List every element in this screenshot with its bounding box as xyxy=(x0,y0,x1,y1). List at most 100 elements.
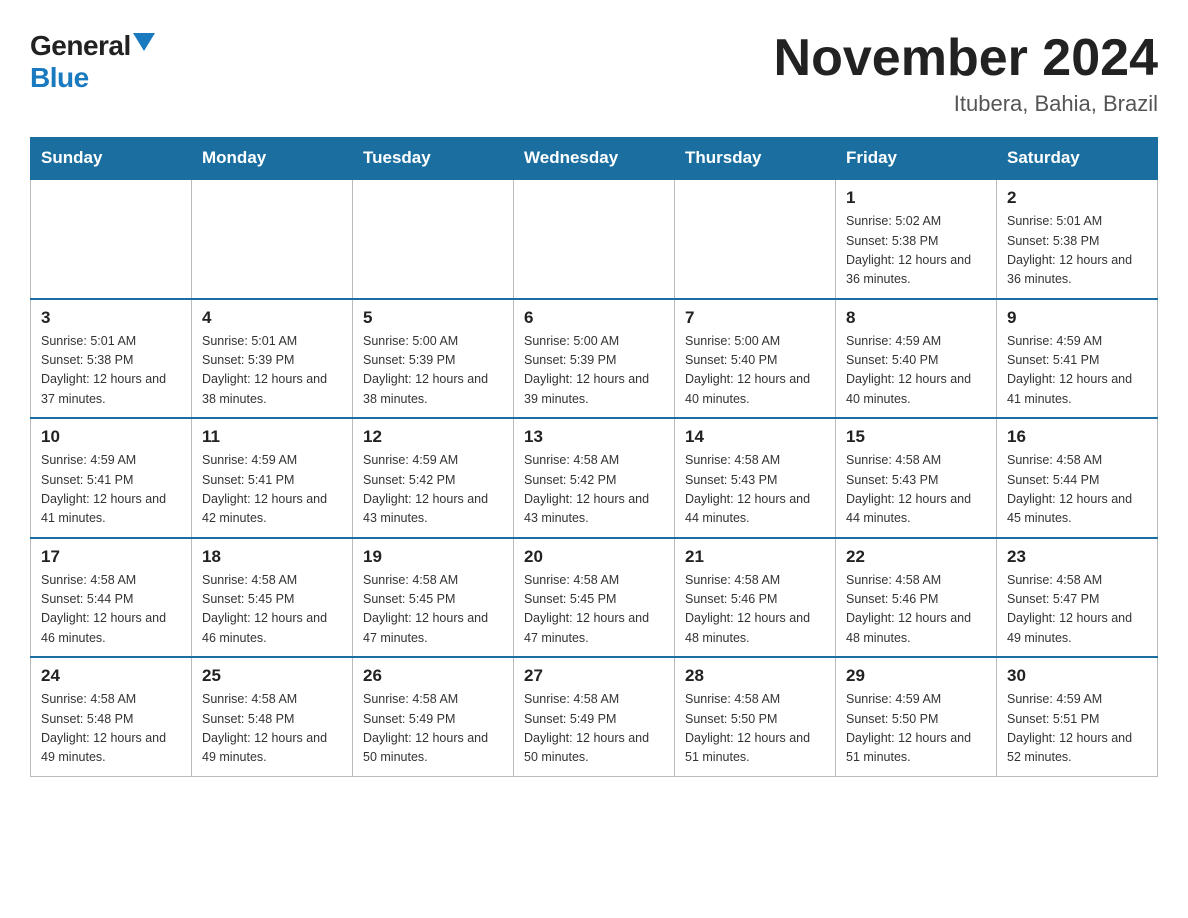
logo-general-text: General xyxy=(30,30,131,62)
day-number: 1 xyxy=(846,188,986,208)
day-number: 17 xyxy=(41,547,181,567)
day-number: 30 xyxy=(1007,666,1147,686)
calendar-cell: 29 Sunrise: 4:59 AMSunset: 5:50 PMDayligh… xyxy=(836,657,997,776)
day-number: 29 xyxy=(846,666,986,686)
day-number: 24 xyxy=(41,666,181,686)
calendar-cell: 30Sunrise: 4:59 AMSunset: 5:51 PMDayligh… xyxy=(997,657,1158,776)
day-number: 21 xyxy=(685,547,825,567)
weekday-header-tuesday: Tuesday xyxy=(353,138,514,180)
day-number: 26 xyxy=(363,666,503,686)
day-number: 6 xyxy=(524,308,664,328)
sun-info: Sunrise: 4:59 AMSunset: 5:41 PMDaylight:… xyxy=(41,451,181,529)
day-number: 16 xyxy=(1007,427,1147,447)
weekday-header-monday: Monday xyxy=(192,138,353,180)
sun-info: Sunrise: 4:58 AMSunset: 5:46 PMDaylight:… xyxy=(846,571,986,649)
day-number: 10 xyxy=(41,427,181,447)
calendar-cell: 13 Sunrise: 4:58 AMSunset: 5:42 PMDayligh… xyxy=(514,418,675,538)
sun-info: Sunrise: 4:58 AMSunset: 5:47 PMDaylight:… xyxy=(1007,571,1147,649)
day-number: 23 xyxy=(1007,547,1147,567)
week-row-3: 10 Sunrise: 4:59 AMSunset: 5:41 PMDayligh… xyxy=(31,418,1158,538)
calendar-cell: 1 Sunrise: 5:02 AMSunset: 5:38 PMDaylight… xyxy=(836,179,997,299)
day-number: 14 xyxy=(685,427,825,447)
day-number: 22 xyxy=(846,547,986,567)
calendar-cell: 21 Sunrise: 4:58 AMSunset: 5:46 PMDayligh… xyxy=(675,538,836,658)
calendar-cell: 24 Sunrise: 4:58 AMSunset: 5:48 PMDayligh… xyxy=(31,657,192,776)
calendar-cell xyxy=(192,179,353,299)
week-row-4: 17 Sunrise: 4:58 AMSunset: 5:44 PMDayligh… xyxy=(31,538,1158,658)
sun-info: Sunrise: 4:58 AMSunset: 5:45 PMDaylight:… xyxy=(524,571,664,649)
logo-blue-text: Blue xyxy=(30,62,89,94)
calendar-cell: 15 Sunrise: 4:58 AMSunset: 5:43 PMDayligh… xyxy=(836,418,997,538)
calendar-cell: 12Sunrise: 4:59 AMSunset: 5:42 PMDayligh… xyxy=(353,418,514,538)
sun-info: Sunrise: 4:59 AMSunset: 5:41 PMDaylight:… xyxy=(1007,332,1147,410)
day-number: 28 xyxy=(685,666,825,686)
sun-info: Sunrise: 5:01 AMSunset: 5:39 PMDaylight:… xyxy=(202,332,342,410)
sun-info: Sunrise: 4:58 AMSunset: 5:46 PMDaylight:… xyxy=(685,571,825,649)
calendar-cell: 2Sunrise: 5:01 AMSunset: 5:38 PMDaylight… xyxy=(997,179,1158,299)
calendar-cell: 8Sunrise: 4:59 AMSunset: 5:40 PMDaylight… xyxy=(836,299,997,419)
day-number: 2 xyxy=(1007,188,1147,208)
week-row-5: 24 Sunrise: 4:58 AMSunset: 5:48 PMDayligh… xyxy=(31,657,1158,776)
calendar-cell: 25 Sunrise: 4:58 AMSunset: 5:48 PMDayligh… xyxy=(192,657,353,776)
weekday-header-friday: Friday xyxy=(836,138,997,180)
weekday-header-saturday: Saturday xyxy=(997,138,1158,180)
day-number: 27 xyxy=(524,666,664,686)
sun-info: Sunrise: 4:59 AMSunset: 5:50 PMDaylight:… xyxy=(846,690,986,768)
week-row-1: 1 Sunrise: 5:02 AMSunset: 5:38 PMDaylight… xyxy=(31,179,1158,299)
calendar-cell: 18 Sunrise: 4:58 AMSunset: 5:45 PMDayligh… xyxy=(192,538,353,658)
logo: General Blue xyxy=(30,30,155,94)
sun-info: Sunrise: 4:58 AMSunset: 5:44 PMDaylight:… xyxy=(41,571,181,649)
sun-info: Sunrise: 4:59 AMSunset: 5:40 PMDaylight:… xyxy=(846,332,986,410)
day-number: 18 xyxy=(202,547,342,567)
week-row-2: 3 Sunrise: 5:01 AMSunset: 5:38 PMDaylight… xyxy=(31,299,1158,419)
sun-info: Sunrise: 4:58 AMSunset: 5:49 PMDaylight:… xyxy=(524,690,664,768)
sun-info: Sunrise: 4:58 AMSunset: 5:45 PMDaylight:… xyxy=(363,571,503,649)
day-number: 3 xyxy=(41,308,181,328)
calendar-cell: 26 Sunrise: 4:58 AMSunset: 5:49 PMDayligh… xyxy=(353,657,514,776)
sun-info: Sunrise: 4:59 AMSunset: 5:41 PMDaylight:… xyxy=(202,451,342,529)
calendar-cell: 17 Sunrise: 4:58 AMSunset: 5:44 PMDayligh… xyxy=(31,538,192,658)
page-header: General Blue November 2024 Itubera, Bahi… xyxy=(30,30,1158,117)
calendar-table: SundayMondayTuesdayWednesdayThursdayFrid… xyxy=(30,137,1158,777)
sun-info: Sunrise: 5:01 AMSunset: 5:38 PMDaylight:… xyxy=(41,332,181,410)
calendar-cell: 19 Sunrise: 4:58 AMSunset: 5:45 PMDayligh… xyxy=(353,538,514,658)
logo-triangle-icon xyxy=(133,33,155,51)
weekday-header-sunday: Sunday xyxy=(31,138,192,180)
calendar-cell: 3 Sunrise: 5:01 AMSunset: 5:38 PMDaylight… xyxy=(31,299,192,419)
sun-info: Sunrise: 4:58 AMSunset: 5:42 PMDaylight:… xyxy=(524,451,664,529)
sun-info: Sunrise: 4:58 AMSunset: 5:48 PMDaylight:… xyxy=(202,690,342,768)
calendar-cell: 11 Sunrise: 4:59 AMSunset: 5:41 PMDayligh… xyxy=(192,418,353,538)
calendar-cell: 14Sunrise: 4:58 AMSunset: 5:43 PMDayligh… xyxy=(675,418,836,538)
day-number: 7 xyxy=(685,308,825,328)
sun-info: Sunrise: 5:00 AMSunset: 5:40 PMDaylight:… xyxy=(685,332,825,410)
calendar-cell: 20Sunrise: 4:58 AMSunset: 5:45 PMDayligh… xyxy=(514,538,675,658)
day-number: 4 xyxy=(202,308,342,328)
calendar-cell: 27 Sunrise: 4:58 AMSunset: 5:49 PMDayligh… xyxy=(514,657,675,776)
sun-info: Sunrise: 4:58 AMSunset: 5:45 PMDaylight:… xyxy=(202,571,342,649)
sun-info: Sunrise: 4:58 AMSunset: 5:49 PMDaylight:… xyxy=(363,690,503,768)
day-number: 13 xyxy=(524,427,664,447)
calendar-cell: 23 Sunrise: 4:58 AMSunset: 5:47 PMDayligh… xyxy=(997,538,1158,658)
day-number: 12 xyxy=(363,427,503,447)
calendar-cell: 16 Sunrise: 4:58 AMSunset: 5:44 PMDayligh… xyxy=(997,418,1158,538)
calendar-cell: 9 Sunrise: 4:59 AMSunset: 5:41 PMDaylight… xyxy=(997,299,1158,419)
sun-info: Sunrise: 5:00 AMSunset: 5:39 PMDaylight:… xyxy=(524,332,664,410)
day-number: 11 xyxy=(202,427,342,447)
sun-info: Sunrise: 4:58 AMSunset: 5:48 PMDaylight:… xyxy=(41,690,181,768)
sun-info: Sunrise: 5:00 AMSunset: 5:39 PMDaylight:… xyxy=(363,332,503,410)
sun-info: Sunrise: 5:02 AMSunset: 5:38 PMDaylight:… xyxy=(846,212,986,290)
calendar-cell xyxy=(31,179,192,299)
calendar-cell xyxy=(675,179,836,299)
sun-info: Sunrise: 4:58 AMSunset: 5:43 PMDaylight:… xyxy=(846,451,986,529)
calendar-cell: 4 Sunrise: 5:01 AMSunset: 5:39 PMDaylight… xyxy=(192,299,353,419)
day-number: 19 xyxy=(363,547,503,567)
calendar-cell: 6 Sunrise: 5:00 AMSunset: 5:39 PMDaylight… xyxy=(514,299,675,419)
day-number: 15 xyxy=(846,427,986,447)
weekday-header-row: SundayMondayTuesdayWednesdayThursdayFrid… xyxy=(31,138,1158,180)
calendar-cell: 10 Sunrise: 4:59 AMSunset: 5:41 PMDayligh… xyxy=(31,418,192,538)
calendar-cell xyxy=(353,179,514,299)
day-number: 9 xyxy=(1007,308,1147,328)
sun-info: Sunrise: 4:58 AMSunset: 5:44 PMDaylight:… xyxy=(1007,451,1147,529)
day-number: 25 xyxy=(202,666,342,686)
calendar-cell xyxy=(514,179,675,299)
